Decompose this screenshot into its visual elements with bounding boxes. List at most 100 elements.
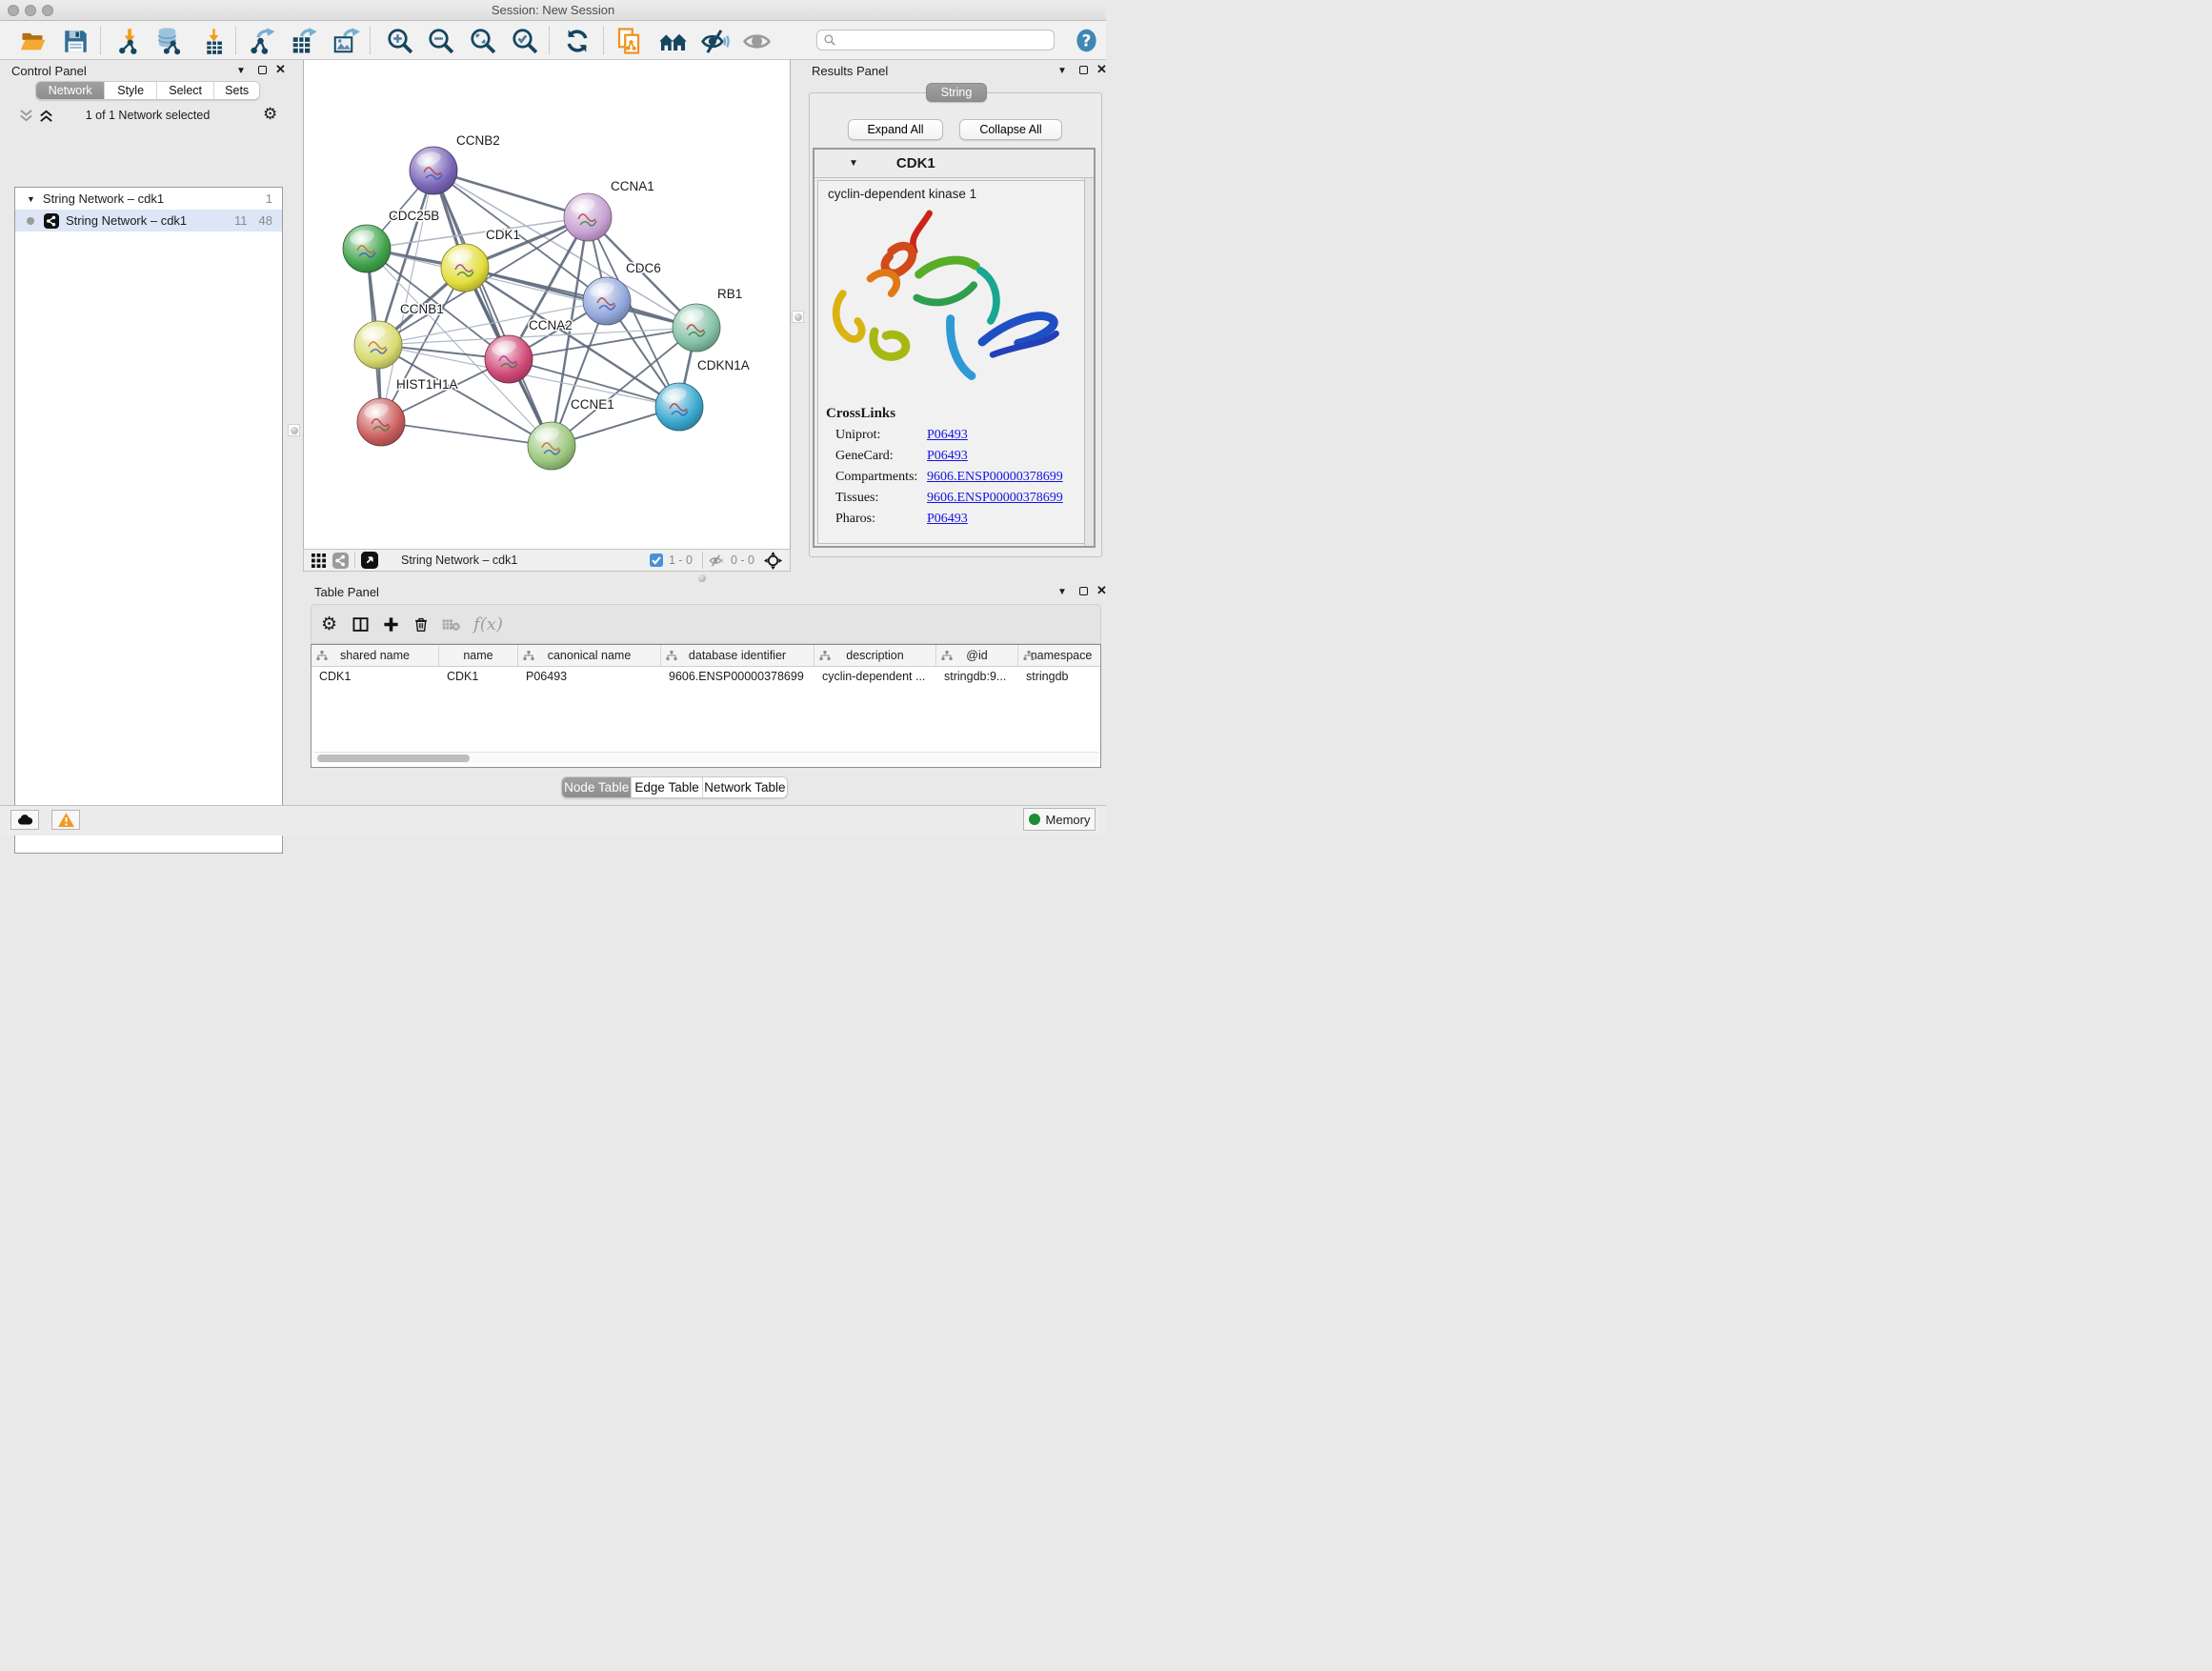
column-header-name[interactable]: name (439, 645, 518, 666)
export-network-button[interactable] (248, 26, 278, 56)
export-table-button[interactable] (289, 26, 319, 56)
vertical-splitter-handle-right[interactable] (792, 311, 804, 323)
crosslink-pharos-link[interactable]: P06493 (927, 512, 968, 527)
network-canvas[interactable]: CCNB2CCNA1CDC25BCDK1CDC6RB1CCNB1CCNA2CDK… (303, 60, 791, 549)
import-table-file-button[interactable] (198, 26, 229, 56)
float-table-panel-icon[interactable] (1079, 587, 1088, 595)
close-table-panel-icon[interactable]: ✕ (1096, 583, 1107, 598)
search-field[interactable] (816, 30, 1055, 50)
column-header-shared-name[interactable]: shared name (312, 645, 439, 666)
show-columns-icon[interactable] (352, 616, 369, 633)
crosslink-compartments-link[interactable]: 9606.ENSP00000378699 (927, 470, 1063, 485)
memory-status-dot-icon (1029, 814, 1040, 825)
column-header-namespace[interactable]: namespace (1018, 645, 1101, 666)
expand-all-button[interactable]: Expand All (848, 119, 943, 140)
fit-content-button[interactable] (468, 26, 498, 56)
collapse-all-tree-icon[interactable] (39, 109, 53, 123)
expand-all-tree-icon[interactable] (19, 109, 33, 123)
tab-network[interactable]: Network (36, 82, 105, 99)
tab-network-table[interactable]: Network Table (703, 777, 787, 797)
delete-column-trash-icon[interactable] (413, 616, 429, 633)
close-panel-icon[interactable]: ✕ (275, 62, 286, 77)
tab-string[interactable]: String (926, 83, 987, 102)
collapse-results-panel-icon[interactable]: ▼ (1057, 66, 1067, 76)
cloud-sync-button[interactable] (10, 810, 39, 830)
open-session-button[interactable] (17, 26, 48, 56)
column-namespace-icon (1023, 651, 1035, 661)
tree-expander-icon[interactable]: ▼ (27, 194, 35, 204)
cell-canonical-name[interactable]: P06493 (518, 667, 661, 687)
tab-node-table[interactable]: Node Table (562, 777, 632, 797)
cell-database-identifier[interactable]: 9606.ENSP00000378699 (661, 667, 814, 687)
collapse-table-panel-icon[interactable]: ▼ (1057, 587, 1067, 597)
network-edge[interactable] (433, 171, 552, 446)
selected-checkbox-icon[interactable] (650, 554, 663, 567)
tab-sets[interactable]: Sets (214, 82, 259, 99)
crosslink-uniprot-link[interactable]: P06493 (927, 428, 968, 443)
tab-edge-table[interactable]: Edge Table (632, 777, 702, 797)
hidden-eye-slash-icon (709, 553, 725, 569)
zoom-in-button[interactable] (385, 26, 415, 56)
birds-eye-view-icon[interactable] (764, 552, 782, 570)
results-panel-title: Results Panel (812, 64, 888, 78)
crosslink-genecard-link[interactable]: P06493 (927, 449, 968, 464)
grid-view-icon[interactable] (312, 554, 326, 568)
close-results-panel-icon[interactable]: ✕ (1096, 62, 1107, 77)
cell-id[interactable]: stringdb:9... (936, 667, 1018, 687)
export-image-button[interactable] (331, 26, 361, 56)
column-namespace-icon (316, 651, 328, 661)
collapse-protein-icon[interactable]: ▼ (849, 158, 858, 169)
table-options-gear-icon[interactable]: ⚙ (321, 614, 337, 634)
cell-description[interactable]: cyclin-dependent ... (814, 667, 936, 687)
tab-style[interactable]: Style (105, 82, 157, 99)
cell-name[interactable]: CDK1 (439, 667, 518, 687)
search-input[interactable] (836, 33, 1054, 47)
help-button[interactable]: ? (1071, 25, 1101, 55)
network-edge[interactable] (465, 268, 696, 328)
save-session-button[interactable] (60, 26, 90, 56)
protein-card-header[interactable]: ▼ CDK1 (814, 150, 1094, 178)
collapse-all-button[interactable]: Collapse All (959, 119, 1062, 140)
network-options-gear-icon[interactable]: ⚙ (263, 105, 277, 124)
hide-selected-button[interactable] (699, 26, 730, 56)
detach-view-icon[interactable] (361, 552, 378, 569)
network-edge[interactable] (381, 422, 552, 446)
refresh-icon (564, 28, 591, 54)
float-panel-icon[interactable] (258, 66, 267, 74)
column-header-description[interactable]: description (814, 645, 936, 666)
memory-button[interactable]: Memory (1023, 808, 1096, 831)
create-column-plus-icon[interactable] (383, 616, 399, 633)
cell-shared-name[interactable]: CDK1 (312, 667, 439, 687)
crosslink-label: Uniprot: (835, 428, 927, 443)
collapse-panel-icon[interactable]: ▼ (236, 66, 246, 76)
clone-network-button[interactable] (613, 26, 644, 56)
network-graph[interactable]: CCNB2CCNA1CDC25BCDK1CDC6RB1CCNB1CCNA2CDK… (304, 60, 790, 547)
network-view-mode-icon[interactable] (332, 553, 349, 569)
float-results-panel-icon[interactable] (1079, 66, 1088, 74)
zoom-out-button[interactable] (426, 26, 456, 56)
network-collection-row[interactable]: ▼ String Network – cdk1 1 (15, 188, 282, 210)
horizontal-splitter-handle[interactable] (696, 574, 708, 583)
status-bar: Memory (0, 805, 1106, 836)
results-scrollbar[interactable] (1084, 178, 1094, 546)
table-row[interactable]: CDK1 CDK1 P06493 9606.ENSP00000378699 cy… (312, 667, 1100, 687)
cell-namespace[interactable]: stringdb (1018, 667, 1101, 687)
tab-select[interactable]: Select (157, 82, 214, 99)
vertical-splitter-handle[interactable] (288, 424, 300, 436)
warnings-button[interactable] (51, 810, 80, 830)
network-row[interactable]: String Network – cdk1 11 48 (15, 210, 282, 232)
column-header-id[interactable]: @id (936, 645, 1018, 666)
scrollbar-thumb[interactable] (317, 755, 470, 762)
import-network-database-button[interactable] (154, 26, 185, 56)
column-header-database-identifier[interactable]: database identifier (661, 645, 814, 666)
refresh-view-button[interactable] (562, 26, 593, 56)
first-neighbors-button[interactable] (657, 26, 688, 56)
control-panel-title: Control Panel (11, 64, 87, 78)
show-all-button[interactable] (741, 26, 772, 56)
column-header-canonical-name[interactable]: canonical name (518, 645, 661, 666)
crosslink-tissues-link[interactable]: 9606.ENSP00000378699 (927, 491, 1063, 506)
table-horizontal-scrollbar[interactable] (313, 752, 1098, 763)
import-network-file-button[interactable] (113, 26, 144, 56)
zoom-selected-button[interactable] (510, 26, 540, 56)
network-view-title: String Network – cdk1 (401, 554, 517, 567)
